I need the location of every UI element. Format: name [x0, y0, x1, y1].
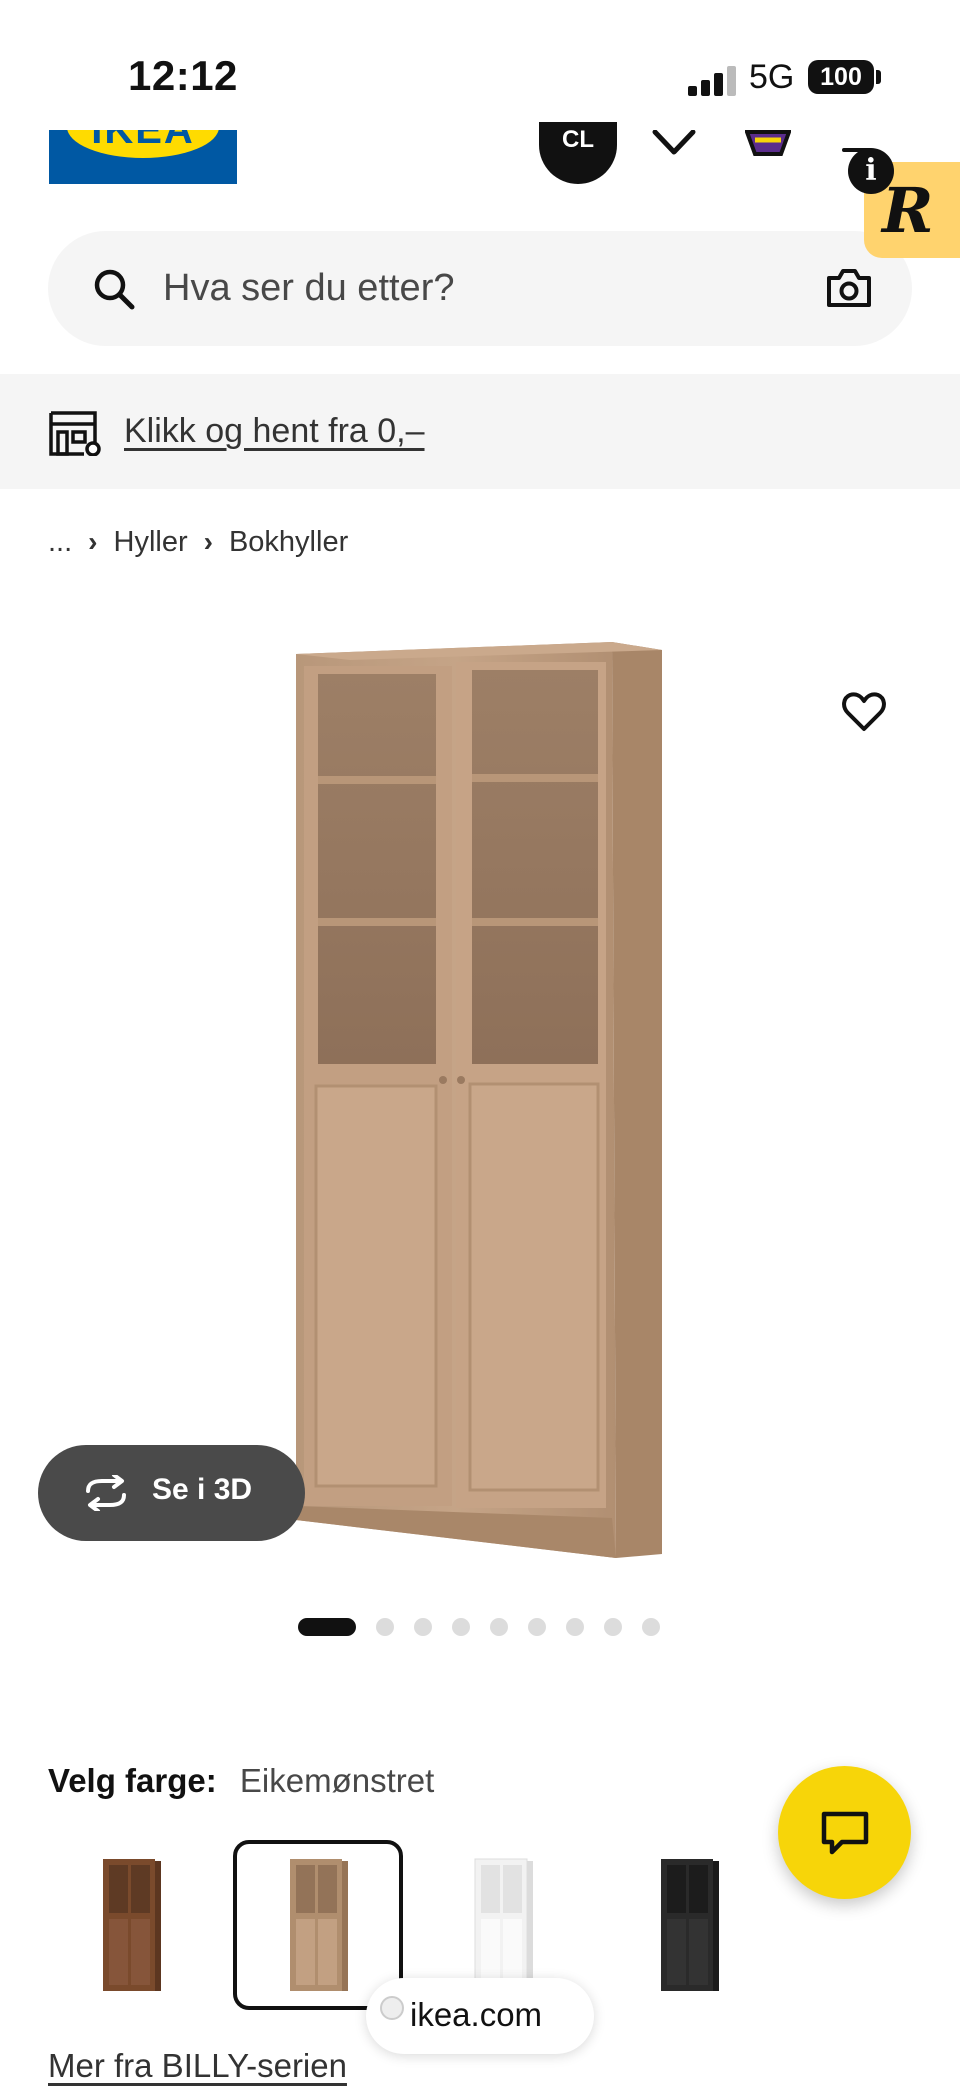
click-collect-link[interactable]: Klikk og hent fra 0,– — [124, 412, 425, 451]
carousel-dot[interactable] — [642, 1618, 660, 1636]
rotate-icon — [86, 1475, 126, 1511]
image-carousel-dots[interactable] — [298, 1617, 680, 1637]
store-icon — [49, 411, 101, 456]
carousel-dot[interactable] — [376, 1618, 394, 1636]
color-label: Velg farge: — [48, 1762, 217, 1799]
carousel-dot[interactable] — [604, 1618, 622, 1636]
cart-icon[interactable] — [745, 130, 791, 166]
status-time: 12:12 — [128, 52, 238, 99]
info-icon[interactable]: i — [848, 148, 894, 194]
breadcrumb-item-hyller[interactable]: Hyller — [114, 526, 188, 559]
chat-button[interactable] — [778, 1766, 911, 1899]
carousel-dot[interactable] — [566, 1618, 584, 1636]
page-loading-icon — [380, 1996, 404, 2020]
avatar[interactable]: CL — [539, 122, 617, 184]
carousel-dot[interactable] — [452, 1618, 470, 1636]
camera-icon[interactable] — [826, 267, 872, 309]
logo-text: IKEA — [91, 130, 195, 152]
color-selected-value: Eikemønstret — [239, 1762, 435, 1799]
color-selector-heading: Velg farge: Eikemønstret — [48, 1762, 434, 1800]
browser-url-bar[interactable]: ikea.com — [366, 1978, 594, 2054]
view-3d-button[interactable]: Se i 3D — [38, 1445, 305, 1541]
swatch-bookcase-image — [661, 1859, 719, 1991]
carousel-dot[interactable] — [490, 1618, 508, 1636]
signal-icon — [688, 66, 736, 96]
swatch-bookcase-image — [290, 1859, 348, 1991]
ikea-logo[interactable]: IKEA — [49, 130, 237, 184]
chat-icon — [821, 1811, 869, 1855]
product-image[interactable] — [0, 590, 960, 1590]
search-icon — [94, 269, 135, 310]
swatch-bookcase-image — [474, 1858, 533, 1992]
swatch-bookcase-image — [103, 1859, 161, 1991]
breadcrumb-item-bokhyller[interactable]: Bokhyller — [229, 526, 348, 559]
favorites-icon[interactable] — [651, 130, 697, 170]
search-input[interactable]: Hva ser du etter? — [163, 267, 454, 310]
color-swatch-brown[interactable] — [46, 1840, 216, 2010]
color-swatch-black[interactable] — [604, 1840, 774, 2010]
color-swatch-oak[interactable] — [233, 1840, 403, 2010]
heart-icon[interactable] — [842, 692, 886, 732]
network-type: 5G — [749, 58, 795, 96]
browser-url: ikea.com — [410, 1996, 543, 2033]
carousel-dot[interactable] — [414, 1618, 432, 1636]
breadcrumb-ellipsis[interactable]: ... — [48, 526, 72, 559]
series-link[interactable]: Mer fra BILLY-serien — [48, 2047, 347, 2085]
site-header: IKEA CL i R — [0, 122, 960, 258]
click-collect-banner: Klikk og hent fra 0,– — [0, 374, 960, 489]
chevron-right-icon: › — [88, 526, 98, 557]
breadcrumb: ... › Hyller › Bokhyller — [48, 522, 348, 562]
carousel-dot[interactable] — [528, 1618, 546, 1636]
carousel-dot-active[interactable] — [298, 1618, 356, 1636]
battery-icon: 100 — [808, 60, 874, 94]
view-3d-label: Se i 3D — [152, 1473, 253, 1506]
search-bar[interactable]: Hva ser du etter? — [48, 231, 912, 346]
status-bar: 12:12 5G 100 — [0, 0, 960, 130]
widget-letter: R — [882, 174, 934, 247]
chevron-right-icon: › — [203, 526, 213, 557]
battery-tip — [876, 70, 881, 84]
